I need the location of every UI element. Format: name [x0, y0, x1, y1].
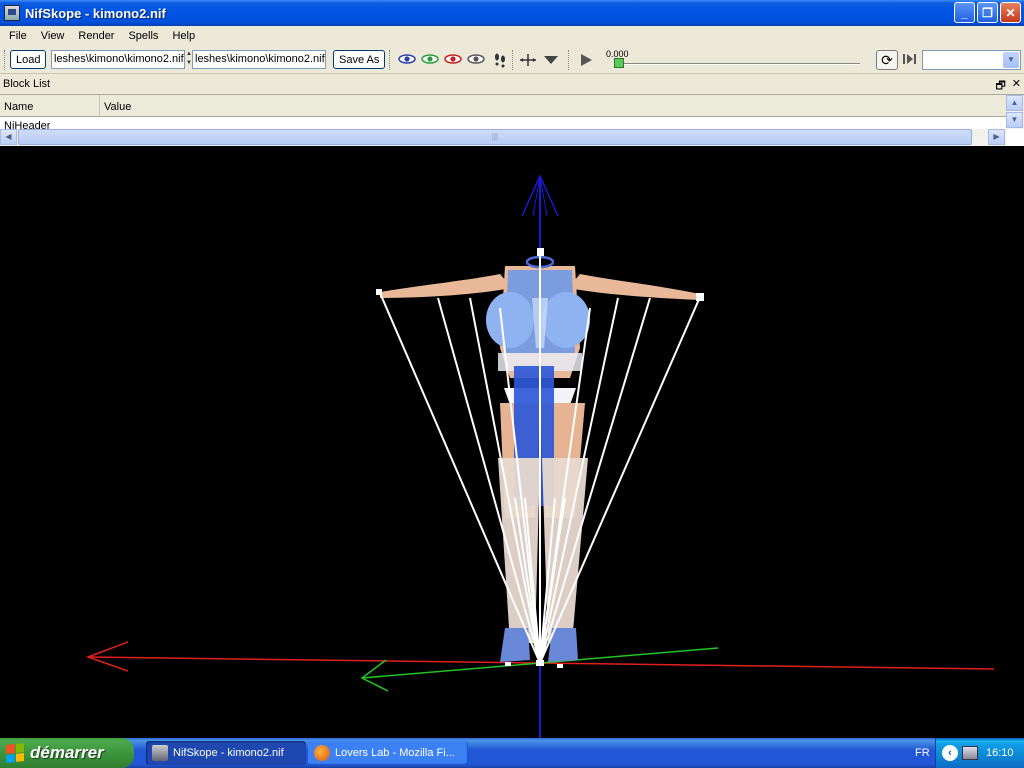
- system-tray: ‹ 16:10: [935, 738, 1024, 768]
- block-list-title: Block List: [3, 78, 51, 90]
- save-path-input[interactable]: leshes\kimono\kimono2.nif: [192, 50, 326, 69]
- render-viewport[interactable]: [0, 148, 1024, 738]
- language-indicator[interactable]: FR: [915, 747, 930, 759]
- start-label: démarrer: [30, 743, 104, 762]
- windows-logo-icon: [6, 743, 24, 763]
- left-shoe: [500, 628, 530, 662]
- time-slider-thumb[interactable]: [614, 58, 624, 68]
- horizontal-scroll-thumb[interactable]: |||: [18, 129, 972, 145]
- down-arrow-icon[interactable]: [542, 52, 560, 66]
- taskbar-item-label: NifSkope - kimono2.nif: [173, 747, 284, 759]
- bone-node-right-hand: [696, 293, 704, 301]
- menu-view[interactable]: View: [34, 30, 72, 42]
- window-controls: _ ❐ ✕: [954, 2, 1021, 23]
- tree-row-niheader[interactable]: NiHeader: [4, 119, 50, 129]
- bone-node-right-foot: [557, 664, 563, 668]
- toolbar-grip[interactable]: [568, 50, 571, 70]
- scene-canvas[interactable]: [0, 148, 1024, 738]
- footprints-icon[interactable]: [491, 52, 509, 68]
- title-bar: NifSkope - kimono2.nif _ ❐ ✕: [0, 0, 1024, 26]
- skeleton-bones: [379, 253, 701, 664]
- scroll-down-icon[interactable]: ▼: [1006, 112, 1023, 128]
- skip-icon[interactable]: [901, 52, 919, 66]
- scroll-left-icon[interactable]: ◀: [0, 129, 17, 145]
- taskbar-item-label: Lovers Lab - Mozilla Fi...: [335, 747, 455, 759]
- toolbar-grip[interactable]: [389, 50, 392, 70]
- nifskope-icon: [152, 745, 168, 761]
- nifskope-app-icon[interactable]: [4, 5, 20, 21]
- bone-node-root: [536, 660, 544, 666]
- scroll-right-icon[interactable]: ▶: [988, 129, 1005, 145]
- main-toolbar: Load leshes\kimono\kimono2.nif ▲ ▼ leshes…: [0, 46, 1024, 74]
- toolbar-grip[interactable]: [4, 50, 7, 70]
- maximize-button[interactable]: ❐: [977, 2, 998, 23]
- menu-help[interactable]: Help: [165, 30, 202, 42]
- left-arm: [380, 274, 512, 298]
- time-slider-track[interactable]: [615, 63, 860, 65]
- chevron-down-icon[interactable]: ▼: [1003, 52, 1019, 68]
- horizontal-scrollbar[interactable]: ◀ ||| ▶: [0, 129, 1006, 146]
- loop-icon[interactable]: ⟳: [876, 50, 898, 70]
- bone-node-head: [537, 248, 544, 256]
- bone-node-left-foot: [505, 662, 511, 666]
- eye-red-icon[interactable]: [444, 52, 462, 66]
- tray-expand-icon[interactable]: ‹: [942, 745, 958, 761]
- play-icon[interactable]: [578, 51, 594, 69]
- menu-spells[interactable]: Spells: [121, 30, 165, 42]
- start-button[interactable]: démarrer: [0, 738, 134, 768]
- taskbar-item-nifskope[interactable]: NifSkope - kimono2.nif: [146, 741, 306, 765]
- animation-select[interactable]: ▼: [922, 50, 1021, 70]
- eye-green-icon[interactable]: [421, 52, 439, 66]
- scroll-up-icon[interactable]: ▲: [1006, 95, 1023, 111]
- vertical-scrollbar[interactable]: ▲ ▼: [1006, 95, 1024, 129]
- block-list-column-header: Name Value: [0, 95, 1006, 117]
- column-value[interactable]: Value: [100, 95, 1006, 117]
- column-name[interactable]: Name: [0, 95, 100, 117]
- save-as-button[interactable]: Save As: [333, 50, 386, 69]
- minimize-button[interactable]: _: [954, 2, 975, 23]
- toolbar-grip[interactable]: [512, 50, 515, 70]
- firefox-icon: [314, 745, 330, 761]
- menu-file[interactable]: File: [2, 30, 34, 42]
- load-path-input[interactable]: leshes\kimono\kimono2.nif: [51, 50, 185, 69]
- block-list-panel: Name Value NiHeader ▲ ▼ ◀ ||| ▶: [0, 94, 1024, 146]
- eye-blue-icon[interactable]: [398, 52, 416, 66]
- axes-icon[interactable]: [518, 52, 536, 66]
- windows-taskbar: démarrer NifSkope - kimono2.nif Lovers L…: [0, 738, 1024, 768]
- bone-node-left-hand: [376, 289, 382, 295]
- menu-bar: File View Render Spells Help: [0, 26, 1024, 46]
- block-list-header: Block List 🗗 ✕: [0, 74, 1024, 94]
- taskbar-item-firefox[interactable]: Lovers Lab - Mozilla Fi...: [308, 741, 468, 765]
- bust-left: [486, 292, 534, 348]
- bust-right: [542, 292, 590, 348]
- eye-gray-icon[interactable]: [467, 52, 485, 66]
- network-icon[interactable]: [962, 746, 978, 760]
- close-button[interactable]: ✕: [1000, 2, 1021, 23]
- window-title: NifSkope - kimono2.nif: [25, 5, 166, 21]
- menu-render[interactable]: Render: [71, 30, 121, 42]
- clock[interactable]: 16:10: [986, 747, 1014, 759]
- load-button[interactable]: Load: [10, 50, 47, 69]
- right-arm: [568, 274, 700, 300]
